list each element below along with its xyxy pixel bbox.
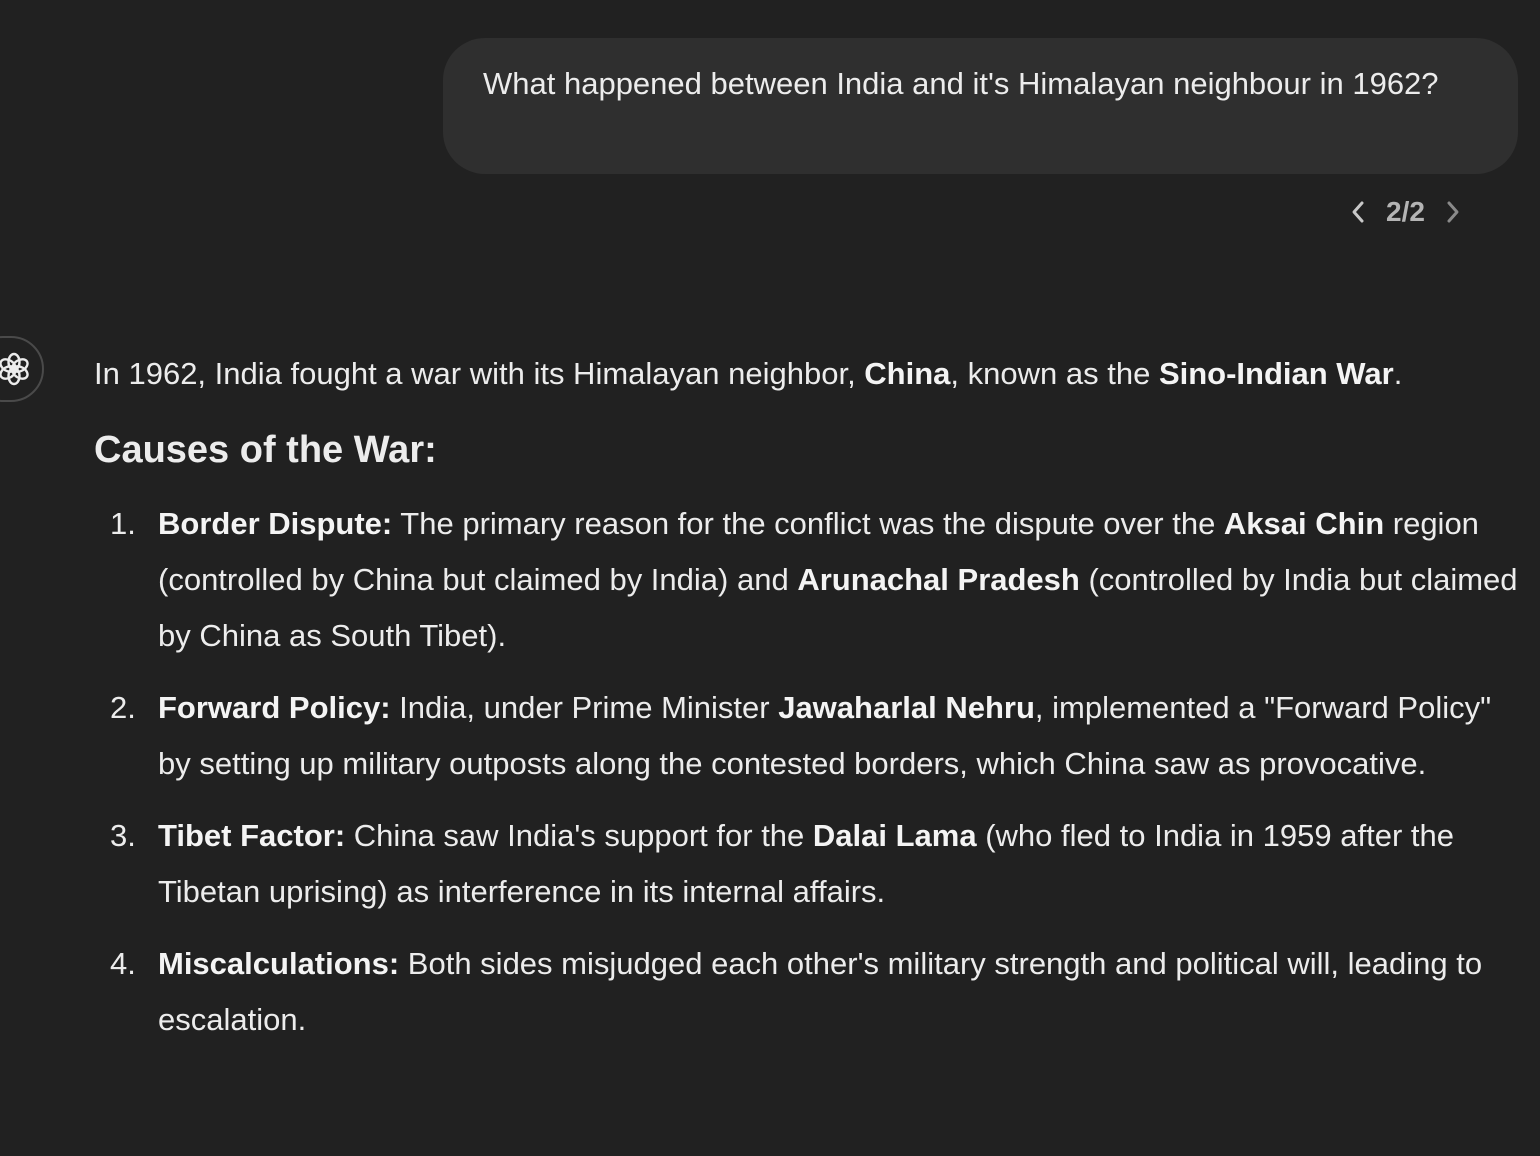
item-text: India, under Prime Minister	[390, 690, 779, 725]
item-title: Forward Policy:	[158, 690, 391, 725]
assistant-avatar	[0, 336, 44, 402]
item-bold: Arunachal Pradesh	[797, 562, 1080, 597]
response-intro: In 1962, India fought a war with its Him…	[94, 346, 1524, 402]
next-response-button[interactable]	[1435, 190, 1471, 234]
item-title: Miscalculations:	[158, 946, 400, 981]
item-title: Border Dispute:	[158, 506, 393, 541]
intro-bold-country: China	[864, 356, 951, 391]
list-item: 3. Tibet Factor: China saw India's suppor…	[94, 808, 1524, 920]
openai-logo-icon	[0, 352, 29, 386]
list-item: 2. Forward Policy: India, under Prime Min…	[94, 680, 1524, 792]
item-text: China saw India's support for the	[345, 818, 813, 853]
causes-list: 1. Border Dispute: The primary reason for…	[94, 496, 1524, 1048]
pager-label: 2/2	[1386, 196, 1425, 227]
chevron-right-icon	[1447, 201, 1459, 223]
item-text: The primary reason for the conflict was …	[392, 506, 1224, 541]
list-number: 1.	[110, 506, 136, 541]
user-message-text: What happened between India and it's Him…	[483, 66, 1439, 101]
list-number: 2.	[110, 690, 136, 725]
intro-text: In 1962, India fought a war with its Him…	[94, 356, 865, 391]
intro-text: , known as the	[950, 356, 1159, 391]
chat-page: What happened between India and it's Him…	[0, 0, 1540, 1156]
assistant-response: In 1962, India fought a war with its Him…	[94, 346, 1524, 1064]
item-bold: Jawaharlal Nehru	[778, 690, 1035, 725]
intro-bold-war-name: Sino-Indian War	[1158, 356, 1394, 391]
list-number: 4.	[110, 946, 136, 981]
list-number: 3.	[110, 818, 136, 853]
previous-response-button[interactable]	[1340, 190, 1376, 234]
chevron-left-icon	[1352, 201, 1364, 223]
section-heading: Causes of the War:	[94, 429, 437, 471]
user-message-bubble: What happened between India and it's Him…	[443, 38, 1518, 174]
response-pager: 2/2	[1340, 190, 1471, 234]
item-title: Tibet Factor:	[158, 818, 346, 853]
list-item: 4. Miscalculations: Both sides misjudged …	[94, 936, 1524, 1048]
list-item: 1. Border Dispute: The primary reason for…	[94, 496, 1524, 664]
intro-text: .	[1393, 356, 1403, 391]
item-bold: Dalai Lama	[812, 818, 977, 853]
item-bold: Aksai Chin	[1223, 506, 1385, 541]
